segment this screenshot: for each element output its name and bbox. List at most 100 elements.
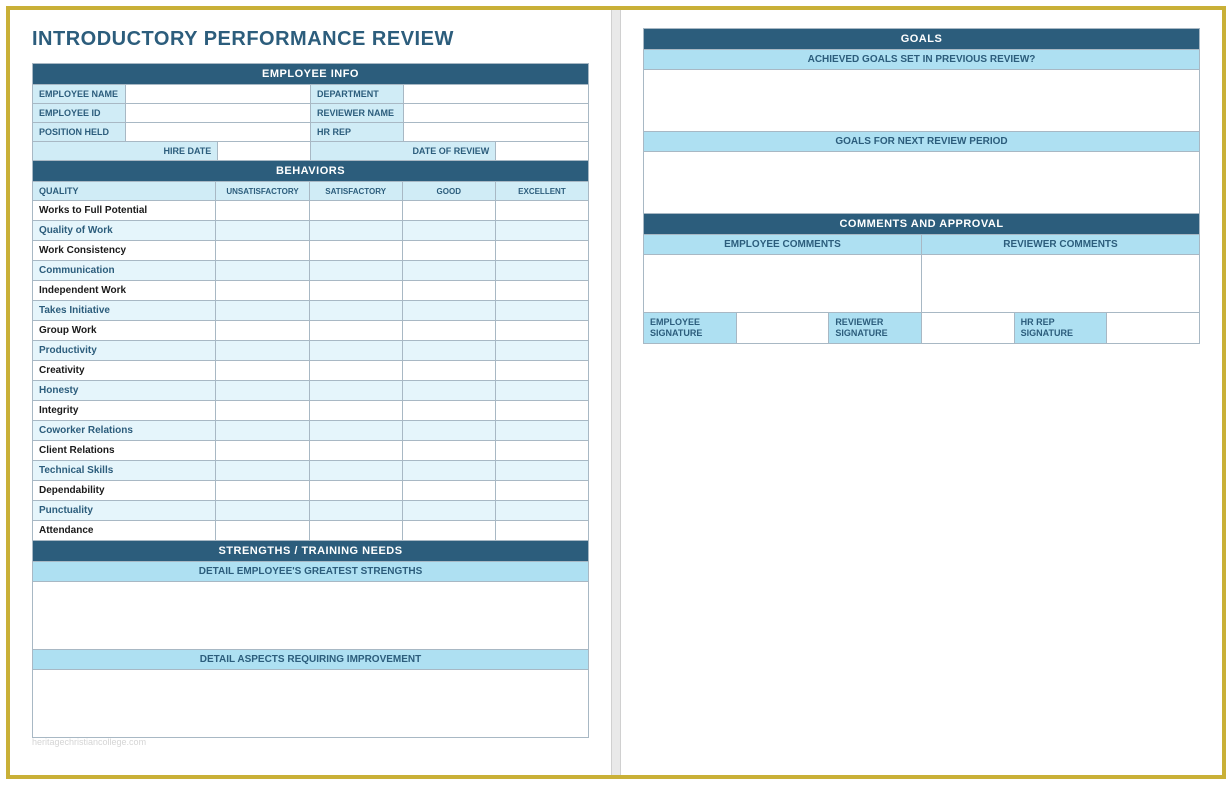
input-strengths[interactable] [33, 582, 589, 650]
quality-col-header: QUALITY [33, 182, 216, 201]
rating-cell[interactable] [216, 261, 309, 281]
rating-cell[interactable] [309, 361, 402, 381]
behavior-row-label: Quality of Work [33, 221, 216, 241]
input-department[interactable] [403, 85, 588, 104]
rating-cell[interactable] [216, 481, 309, 501]
rating-cell[interactable] [402, 421, 495, 441]
input-date-of-review[interactable] [496, 142, 589, 161]
rating-cell[interactable] [495, 301, 588, 321]
rating-cell[interactable] [309, 381, 402, 401]
behavior-row-label: Group Work [33, 321, 216, 341]
rating-cell[interactable] [309, 221, 402, 241]
input-position-held[interactable] [125, 123, 310, 142]
rating-cell[interactable] [216, 521, 309, 541]
rating-cell[interactable] [309, 241, 402, 261]
rating-cell[interactable] [216, 321, 309, 341]
rating-cell[interactable] [402, 341, 495, 361]
rating-cell[interactable] [402, 301, 495, 321]
rating-cell[interactable] [309, 421, 402, 441]
rating-cell[interactable] [216, 381, 309, 401]
employee-info-table: EMPLOYEE INFO EMPLOYEE NAME DEPARTMENT E… [32, 63, 589, 161]
rating-cell[interactable] [495, 401, 588, 421]
rating-cell[interactable] [402, 401, 495, 421]
rating-cell[interactable] [402, 361, 495, 381]
rating-cell[interactable] [495, 441, 588, 461]
rating-cell[interactable] [309, 281, 402, 301]
rating-cell[interactable] [309, 521, 402, 541]
rating-cell[interactable] [216, 441, 309, 461]
rating-cell[interactable] [309, 441, 402, 461]
rating-cell[interactable] [216, 361, 309, 381]
input-reviewer-signature[interactable] [921, 313, 1014, 344]
rating-cell[interactable] [402, 241, 495, 261]
rating-cell[interactable] [402, 221, 495, 241]
rating-cell[interactable] [309, 321, 402, 341]
input-employee-signature[interactable] [736, 313, 829, 344]
rating-cell[interactable] [216, 301, 309, 321]
label-date-of-review: DATE OF REVIEW [310, 142, 495, 161]
rating-cell[interactable] [495, 341, 588, 361]
rating-cell[interactable] [216, 281, 309, 301]
rating-cell[interactable] [402, 201, 495, 221]
rating-cell[interactable] [309, 261, 402, 281]
rating-cell[interactable] [495, 201, 588, 221]
rating-cell[interactable] [309, 301, 402, 321]
input-hr-rep-signature[interactable] [1107, 313, 1200, 344]
rating-cell[interactable] [216, 341, 309, 361]
rating-cell[interactable] [495, 221, 588, 241]
rating-cell[interactable] [402, 521, 495, 541]
rating-cell[interactable] [402, 381, 495, 401]
col-unsatisfactory: UNSATISFACTORY [216, 182, 309, 201]
input-goals-achieved[interactable] [644, 70, 1200, 132]
rating-cell[interactable] [402, 321, 495, 341]
rating-cell[interactable] [309, 501, 402, 521]
rating-cell[interactable] [216, 421, 309, 441]
rating-cell[interactable] [495, 321, 588, 341]
employee-comments-label: EMPLOYEE COMMENTS [644, 235, 922, 255]
rating-cell[interactable] [495, 361, 588, 381]
rating-cell[interactable] [402, 441, 495, 461]
rating-cell[interactable] [495, 501, 588, 521]
input-hire-date[interactable] [218, 142, 311, 161]
behavior-row-label: Dependability [33, 481, 216, 501]
rating-cell[interactable] [309, 341, 402, 361]
rating-cell[interactable] [216, 461, 309, 481]
rating-cell[interactable] [402, 461, 495, 481]
rating-cell[interactable] [495, 421, 588, 441]
rating-cell[interactable] [216, 401, 309, 421]
watermark-text: heritagechristiancollege.com [32, 737, 146, 747]
rating-cell[interactable] [495, 261, 588, 281]
input-reviewer-name[interactable] [403, 104, 588, 123]
input-employee-id[interactable] [125, 104, 310, 123]
input-hr-rep[interactable] [403, 123, 588, 142]
input-employee-name[interactable] [125, 85, 310, 104]
rating-cell[interactable] [495, 381, 588, 401]
rating-cell[interactable] [216, 201, 309, 221]
rating-cell[interactable] [309, 461, 402, 481]
rating-cell[interactable] [309, 481, 402, 501]
rating-cell[interactable] [216, 501, 309, 521]
rating-cell[interactable] [495, 481, 588, 501]
input-improvement[interactable] [33, 670, 589, 738]
rating-cell[interactable] [402, 281, 495, 301]
rating-cell[interactable] [402, 261, 495, 281]
rating-cell[interactable] [495, 281, 588, 301]
rating-cell[interactable] [309, 401, 402, 421]
rating-cell[interactable] [495, 241, 588, 261]
input-reviewer-comments[interactable] [921, 255, 1199, 313]
input-goals-next[interactable] [644, 152, 1200, 214]
goals-next-label: GOALS FOR NEXT REVIEW PERIOD [644, 132, 1200, 152]
comments-table: COMMENTS AND APPROVAL EMPLOYEE COMMENTS … [643, 213, 1200, 344]
rating-cell[interactable] [216, 241, 309, 261]
rating-cell[interactable] [495, 521, 588, 541]
input-employee-comments[interactable] [644, 255, 922, 313]
behavior-row-label: Works to Full Potential [33, 201, 216, 221]
rating-cell[interactable] [402, 501, 495, 521]
hr-rep-signature-label: HR REP SIGNATURE [1014, 313, 1107, 344]
rating-cell[interactable] [309, 201, 402, 221]
rating-cell[interactable] [495, 461, 588, 481]
rating-cell[interactable] [402, 481, 495, 501]
rating-cell[interactable] [216, 221, 309, 241]
document-title: INTRODUCTORY PERFORMANCE REVIEW [32, 28, 589, 51]
goals-table: GOALS ACHIEVED GOALS SET IN PREVIOUS REV… [643, 28, 1200, 214]
